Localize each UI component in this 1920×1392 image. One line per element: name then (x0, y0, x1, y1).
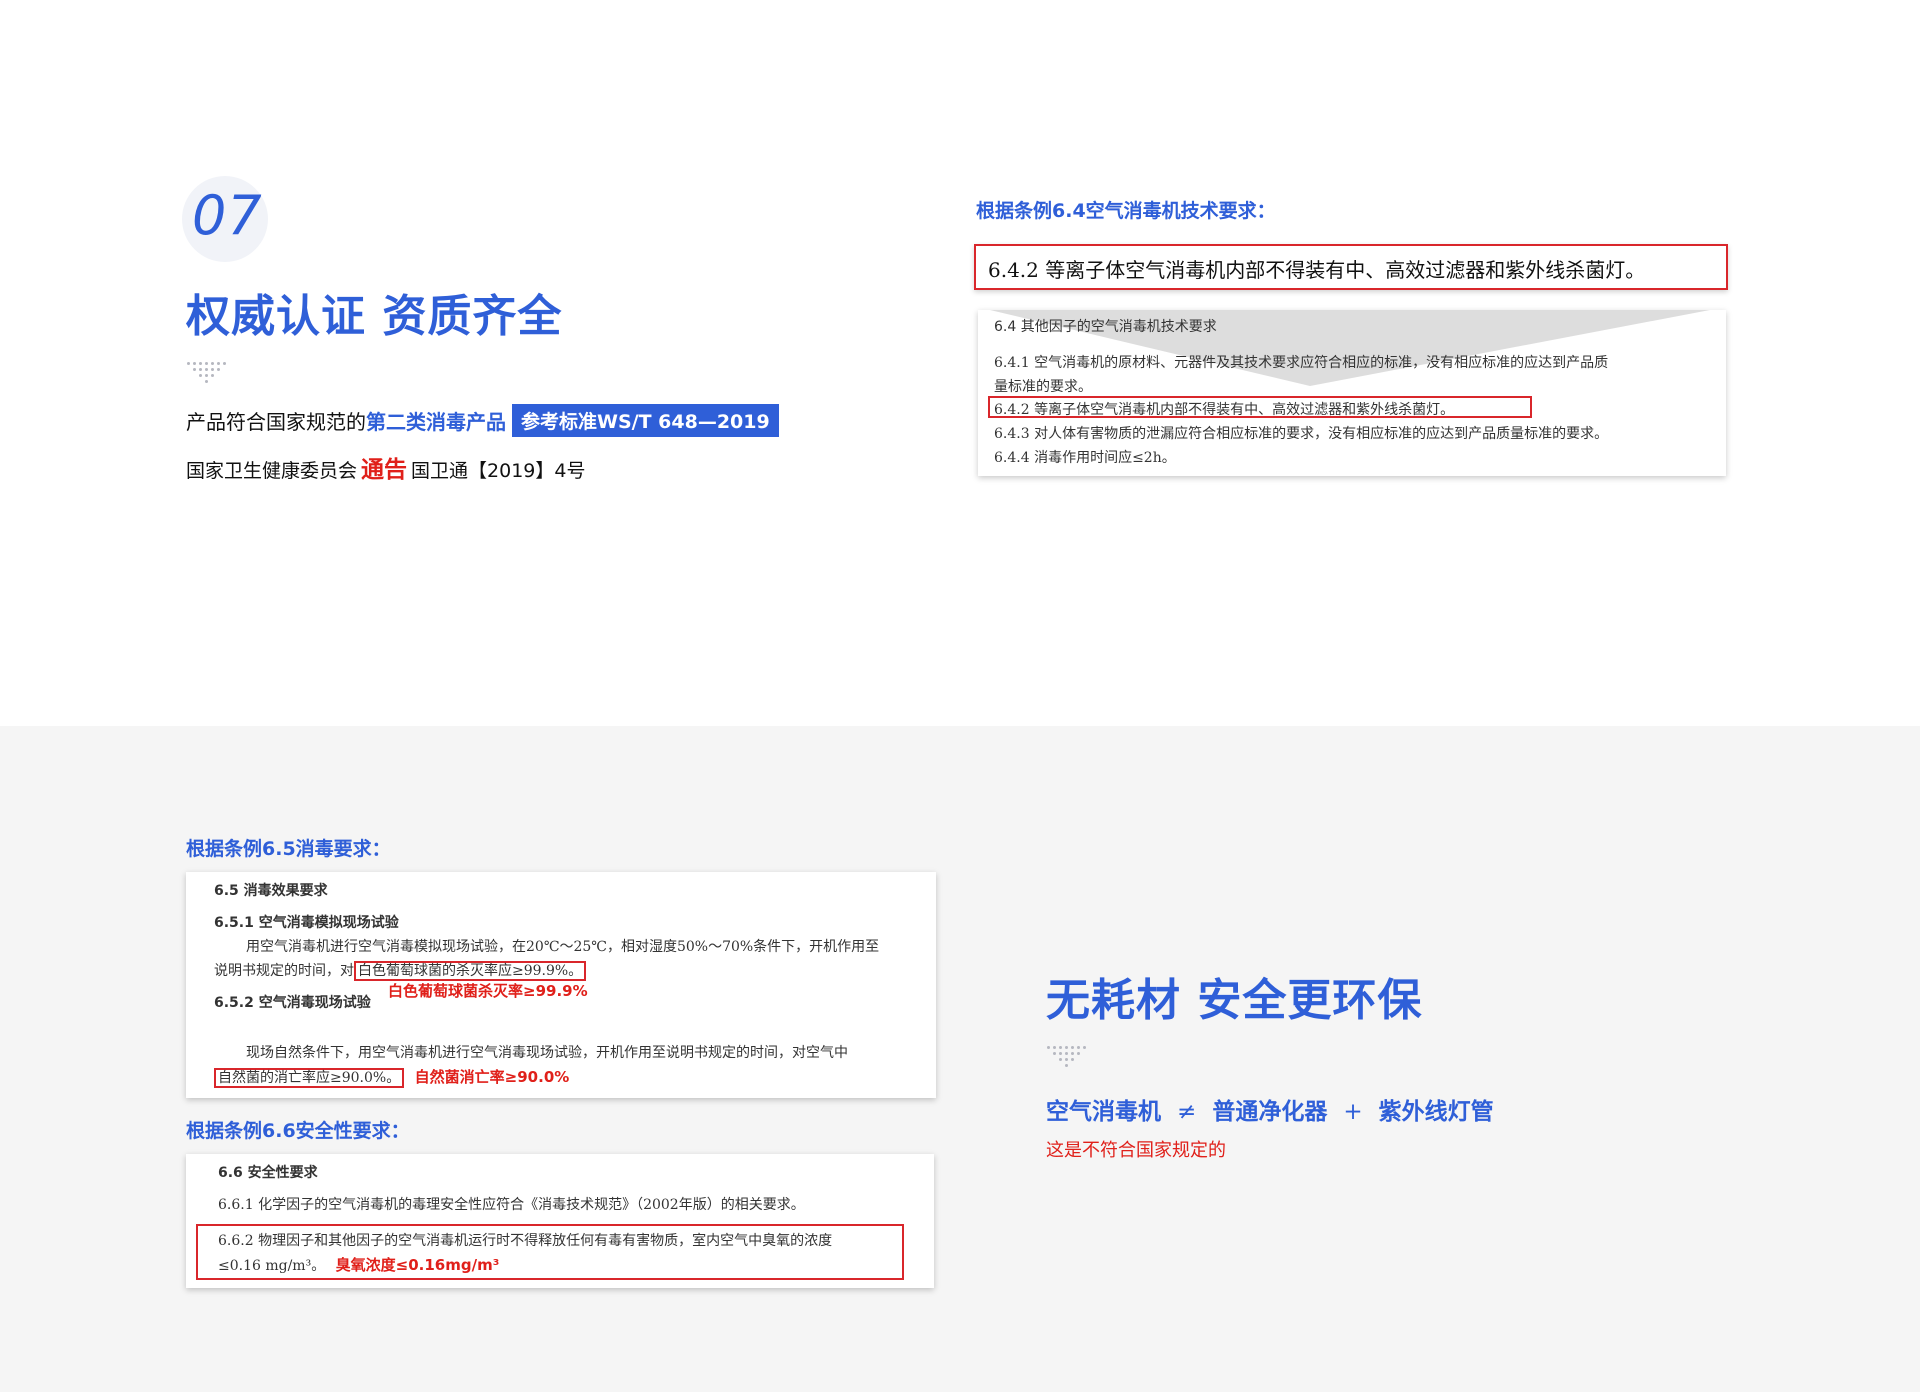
plus-symbol: + (1343, 1099, 1363, 1125)
clause-642-highlight: 6.4.2 等离子体空气消毒机内部不得装有中、高效过滤器和紫外线杀菌灯。 (974, 244, 1728, 290)
ozone-note: 臭氧浓度≤0.16mg/m³ (335, 1256, 500, 1274)
clause-65-label: 根据条例6.5消毒要求： (186, 838, 391, 860)
line1-prefix: 产品符合国家规范的 (186, 410, 366, 434)
clause-651-text-b: 说明书规定的时间，对 白色葡萄球菌的杀灭率应≥99.9%。 (214, 960, 587, 981)
clause-641-line-b: 量标准的要求。 (994, 379, 1092, 395)
section-title: 权威认证 资质齐全 (186, 291, 563, 342)
section-number: 07 (192, 184, 263, 247)
clause-66-heading: 6.6 安全性要求 (218, 1165, 318, 1181)
clause-652-text-d: 自然菌的消亡率应≥90.0%。 自然菌消亡率≥90.0% (214, 1066, 570, 1088)
clause-652-text-c: 现场自然条件下，用空气消毒机进行空气消毒现场试验，开机作用至说明书规定的时间，对… (246, 1045, 848, 1061)
warning-text: 这是不符合国家规定的 (1046, 1140, 1226, 1161)
clause-644-line: 6.4.4 消毒作用时间应≤2h。 (994, 450, 1176, 466)
clause-66-document: 6.6 安全性要求 6.6.1 化学因子的空气消毒机的毒理安全性应符合《消毒技术… (186, 1154, 934, 1288)
formula-item-a: 空气消毒机 (1046, 1099, 1161, 1125)
comparison-formula: 空气消毒机 ≠ 普通净化器 + 紫外线灯管 (1046, 1092, 1494, 1126)
clause-662-line-a: 6.6.2 物理因子和其他因子的空气消毒机运行时不得释放任何有毒有害物质，室内空… (218, 1233, 833, 1249)
clause-651-text-a: 用空气消毒机进行空气消毒模拟现场试验，在20℃～25℃，相对湿度50%～70%条… (246, 939, 880, 955)
standard-badge: 参考标准WS/T 648—2019 (512, 404, 779, 437)
clause-651-heading: 6.5.1 空气消毒模拟现场试验 (214, 915, 399, 931)
clause-66-label: 根据条例6.6安全性要求： (186, 1120, 410, 1142)
clause-642-line: 6.4.2 等离子体空气消毒机内部不得装有中、高效过滤器和紫外线杀菌灯。 (994, 402, 1455, 418)
clause-64-document: 6.4 其他因子的空气消毒机技术要求 6.4.1 空气消毒机的原材料、元器件及其… (978, 310, 1726, 476)
clause-643-line: 6.4.3 对人体有害物质的泄漏应符合相应标准的要求，没有相应标准的应达到产品质… (994, 426, 1609, 442)
clause-64-heading: 6.4 其他因子的空气消毒机技术要求 (994, 319, 1217, 335)
clause-652-heading: 6.5.2 空气消毒现场试验 (214, 995, 371, 1011)
clause-64-label: 根据条例6.4空气消毒机技术要求： (976, 200, 1276, 222)
kill-rate-note: 白色葡萄球菌杀灭率≥99.9% (388, 982, 588, 1000)
clause-65-heading: 6.5 消毒效果要求 (214, 883, 328, 899)
clause-65-document: 6.5 消毒效果要求 6.5.1 空气消毒模拟现场试验 用空气消毒机进行空气消毒… (186, 872, 936, 1098)
product-standard-line: 产品符合国家规范的 第二类消毒产品 参考标准WS/T 648—2019 (186, 404, 779, 437)
clause-661-line: 6.6.1 化学因子的空气消毒机的毒理安全性应符合《消毒技术规范》（2002年版… (218, 1197, 805, 1213)
clause-651-text-b-prefix: 说明书规定的时间，对 (214, 963, 354, 979)
death-rate-box: 自然菌的消亡率应≥90.0%。 (214, 1068, 405, 1088)
notice-line: 国家卫生健康委员会 通告 国卫通【2019】4号 (186, 450, 585, 484)
notice-word: 通告 (361, 457, 408, 483)
formula-item-c: 紫外线灯管 (1378, 1099, 1494, 1125)
line2-suffix: 国卫通【2019】4号 (411, 460, 586, 482)
line1-highlight: 第二类消毒产品 (366, 410, 506, 434)
clause-641-line-a: 6.4.1 空气消毒机的原材料、元器件及其技术要求应符合相应的标准，没有相应标准… (994, 355, 1609, 371)
dots-decoration-icon-2 (1046, 1046, 1086, 1070)
death-rate-note: 自然菌消亡率≥90.0% (414, 1068, 570, 1086)
line2-prefix: 国家卫生健康委员会 (186, 460, 358, 482)
kill-rate-box: 白色葡萄球菌的杀灭率应≥99.9%。 (354, 961, 587, 981)
dots-decoration-icon (186, 362, 226, 386)
clause-662-line-b: ≤0.16 mg/m³。 臭氧浓度≤0.16mg/m³ (218, 1254, 499, 1275)
clause-662-line-b-text: ≤0.16 mg/m³。 (218, 1258, 326, 1274)
right-title: 无耗材 安全更环保 (1046, 975, 1423, 1026)
not-equal-symbol: ≠ (1177, 1099, 1197, 1125)
formula-item-b: 普通净化器 (1212, 1099, 1328, 1125)
